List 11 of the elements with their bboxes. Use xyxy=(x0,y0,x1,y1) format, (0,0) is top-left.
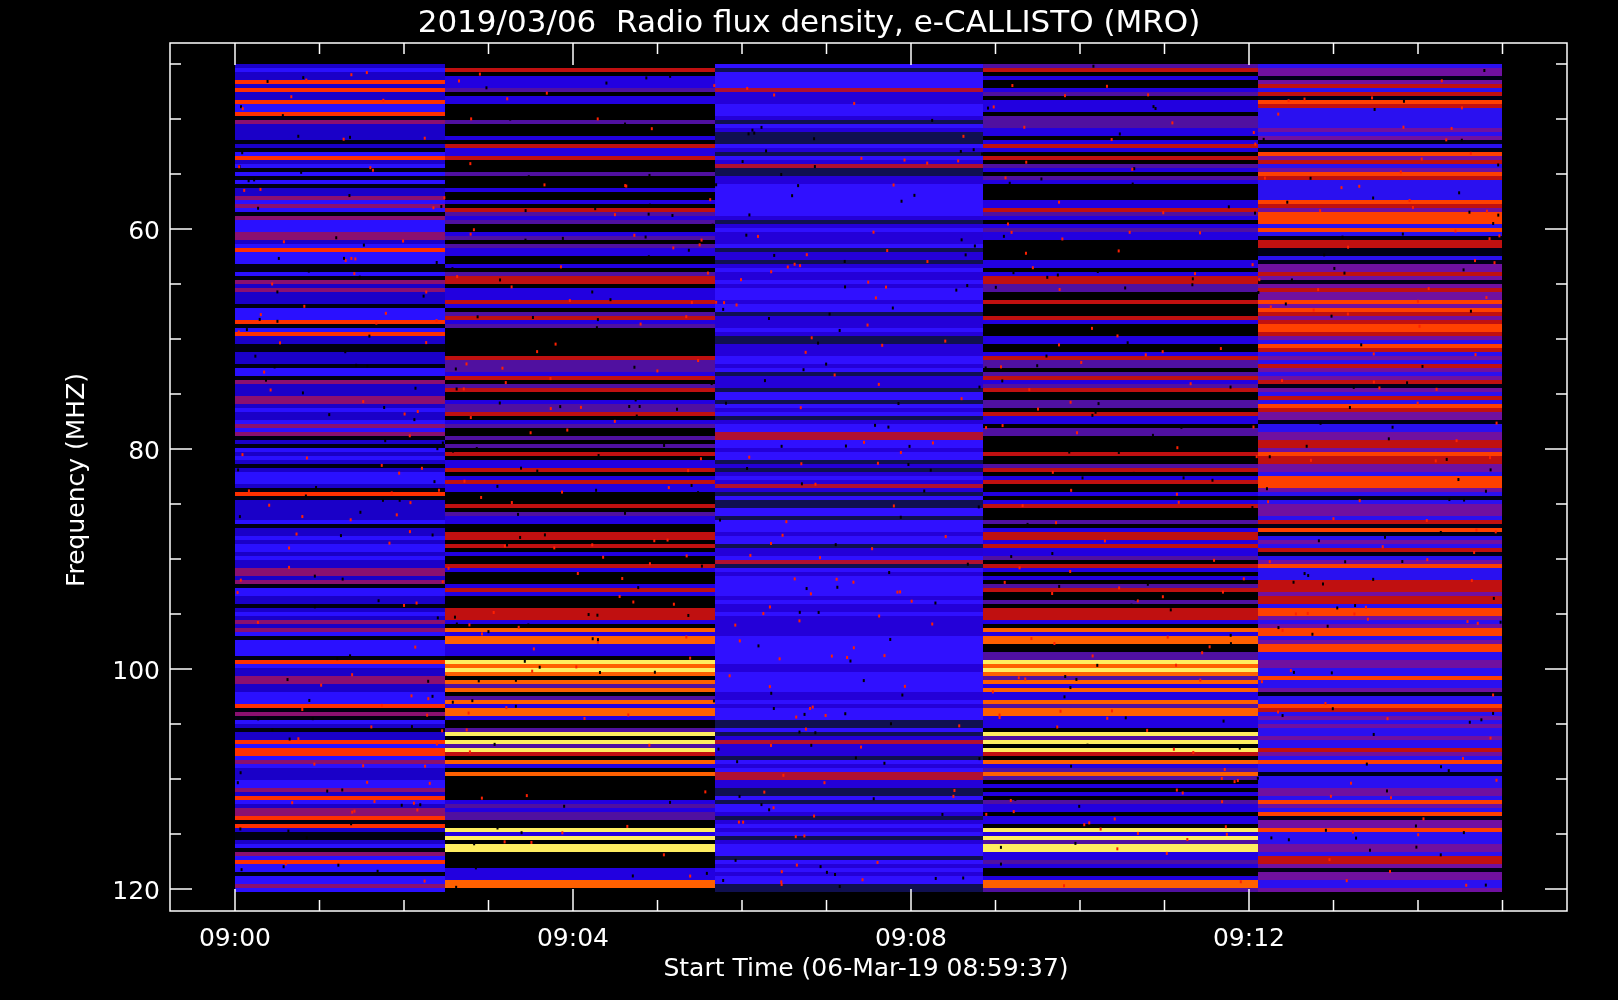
x-tick-label: 09:00 xyxy=(199,923,271,952)
x-tick-label: 09:08 xyxy=(875,923,947,952)
y-axis-label: Frequency (MHZ) xyxy=(61,372,90,588)
x-tick-label: 09:12 xyxy=(1213,923,1285,952)
y-tick-label: 100 xyxy=(112,656,160,685)
y-tick-label: 120 xyxy=(112,876,160,905)
y-tick-label: 60 xyxy=(128,216,160,245)
x-tick-label: 09:04 xyxy=(537,923,609,952)
y-tick-label: 80 xyxy=(128,436,160,465)
x-axis-label: Start Time (06-Mar-19 08:59:37) xyxy=(663,953,1069,982)
plot-title: 2019/03/06 Radio flux density, e-CALLISTO (MRO) xyxy=(417,3,1201,39)
